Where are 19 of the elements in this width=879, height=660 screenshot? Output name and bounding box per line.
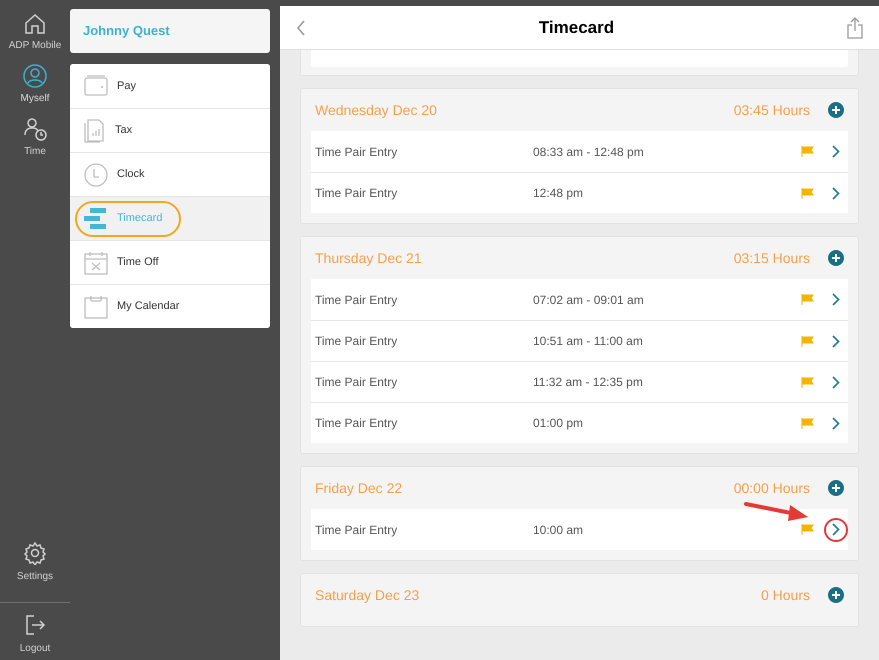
time-entry-row[interactable]: Time Pair Entry 10:00 am: [311, 509, 848, 550]
day-card: Thursday Dec 21 03:15 Hours Time Pair Entry 07:02 am - 09:01 am Time Pair Entry 10:51 am - 11:00 am Time Pair Entry 11:32 am - 12:35 pm Time Pair Entry 01:00 pm: [300, 236, 859, 454]
rail-item[interactable]: Logout: [20, 613, 50, 656]
time-entry-row[interactable]: Time Pair Entry 12:48 pm: [311, 172, 848, 213]
time-entry-row[interactable]: Time Pair Entry 10:51 am - 11:00 am: [311, 320, 848, 361]
page-title: Timecard: [538, 16, 614, 39]
time-entry-row[interactable]: Time Pair Entry 11:32 am - 12:35 pm: [311, 361, 848, 402]
rail-item[interactable]: Time: [22, 116, 48, 159]
menu-item[interactable]: My Calendar: [70, 284, 270, 328]
day-card: Wednesday Dec 20 03:45 Hours Time Pair Entry 08:33 am - 12:48 pm Time Pair Entry 12:48 pm: [300, 88, 859, 224]
user-header: Johnny Quest: [70, 9, 270, 53]
day-card: Friday Dec 22 00:00 Hours Time Pair Entry 10:00 am: [300, 466, 859, 561]
rail-item[interactable]: Myself: [20, 63, 50, 106]
rail-item[interactable]: ADP Mobile: [8, 12, 62, 53]
time-entry-row[interactable]: Time Pair Entry 07:02 am - 09:01 am: [311, 279, 848, 320]
time-entry-row[interactable]: Time Pair Entry 08:33 am - 12:48 pm: [311, 131, 848, 172]
time-entry-row[interactable]: Time Pair Entry 01:00 pm: [311, 402, 848, 443]
day-card: Saturday Dec 23 0 Hours: [300, 573, 859, 627]
rail-item[interactable]: Settings: [16, 541, 54, 584]
